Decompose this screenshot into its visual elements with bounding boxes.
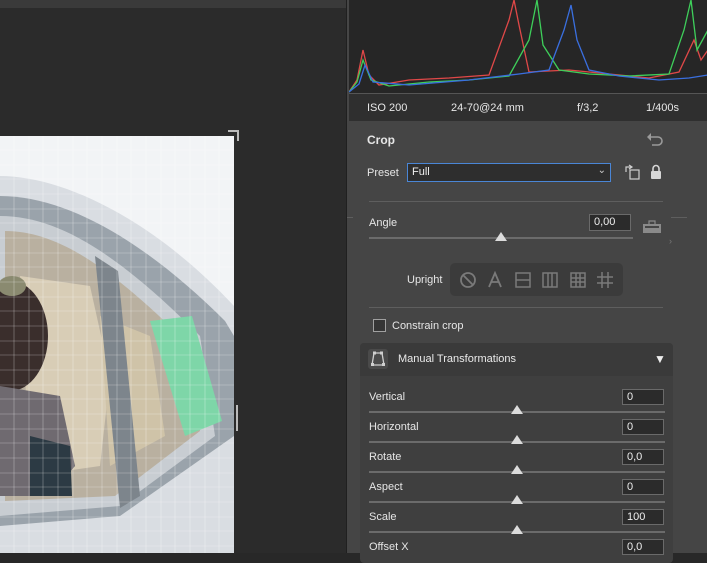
upright-button-group: [450, 263, 623, 296]
angle-label: Angle: [369, 217, 398, 229]
camera-info-bar: ISO 200 24-70@24 mm f/3,2 1/400s: [349, 93, 707, 121]
develop-panel: ISO 200 24-70@24 mm f/3,2 1/400s Crop Pr…: [346, 0, 707, 563]
vertical-slider-thumb[interactable]: [511, 405, 523, 414]
rotate-crop-icon[interactable]: [624, 164, 640, 180]
rotate-input[interactable]: 0,0: [622, 449, 664, 465]
preset-dropdown[interactable]: Full ⌄: [407, 163, 611, 182]
crop-handle-right[interactable]: [236, 405, 238, 431]
photo-preview[interactable]: [0, 136, 234, 553]
upright-vertical-icon[interactable]: [539, 269, 561, 291]
scale-slider-thumb[interactable]: [511, 525, 523, 534]
aspect-label: Aspect: [369, 481, 403, 493]
angle-input[interactable]: 0,00: [589, 214, 631, 231]
upright-guided-icon[interactable]: [594, 269, 616, 291]
upright-off-icon[interactable]: [457, 269, 479, 291]
lock-icon[interactable]: [649, 164, 663, 180]
divider: [671, 217, 687, 218]
angle-slider-thumb[interactable]: [495, 232, 507, 241]
vertical-input[interactable]: 0: [622, 389, 664, 405]
reset-icon[interactable]: [646, 131, 664, 147]
divider: [369, 307, 663, 308]
crop-panel: Crop Preset Full ⌄ Angle 0,00 › Upright: [347, 121, 707, 563]
vertical-label: Vertical: [369, 391, 406, 403]
scale-label: Scale: [369, 511, 397, 523]
divider: [347, 217, 353, 218]
caret-down-icon[interactable]: ▼: [654, 352, 666, 366]
manual-transformations-title: Manual Transformations: [398, 353, 516, 365]
constrain-crop-label: Constrain crop: [392, 320, 464, 332]
divider: [369, 201, 663, 202]
shutter-value: 1/400s: [646, 101, 680, 114]
upright-label: Upright: [407, 274, 443, 286]
scale-input[interactable]: 100: [622, 509, 664, 525]
chevron-right-icon: ›: [669, 236, 672, 246]
canvas-top-bar: [0, 0, 346, 8]
preset-label: Preset: [367, 167, 399, 179]
photo-content: [0, 136, 234, 553]
transform-icon: [368, 349, 388, 369]
rotate-label: Rotate: [369, 451, 402, 463]
image-canvas[interactable]: [0, 0, 346, 553]
lens-value: 24-70@24 mm: [451, 101, 524, 114]
aspect-input[interactable]: 0: [622, 479, 664, 495]
horizontal-slider-thumb[interactable]: [511, 435, 523, 444]
upright-level-icon[interactable]: [512, 269, 534, 291]
horizontal-label: Horizontal: [369, 421, 419, 433]
crop-section-title: Crop: [367, 133, 395, 147]
constrain-crop-checkbox[interactable]: [373, 319, 386, 332]
manual-transformations-header[interactable]: Manual Transformations ▼: [360, 343, 673, 376]
horizontal-input[interactable]: 0: [622, 419, 664, 435]
rotate-slider-thumb[interactable]: [511, 465, 523, 474]
upright-full-icon[interactable]: [567, 269, 589, 291]
offset-x-label: Offset X: [369, 541, 409, 553]
iso-value: ISO 200: [367, 101, 408, 114]
preset-value: Full: [412, 166, 430, 178]
aspect-slider-thumb[interactable]: [511, 495, 523, 504]
crop-handle-top-right[interactable]: [228, 130, 239, 141]
level-icon[interactable]: [642, 220, 662, 234]
aperture-value: f/3,2: [577, 101, 599, 114]
upright-auto-icon[interactable]: [484, 269, 506, 291]
chevron-down-icon: ⌄: [597, 165, 606, 176]
histogram: [349, 0, 707, 93]
